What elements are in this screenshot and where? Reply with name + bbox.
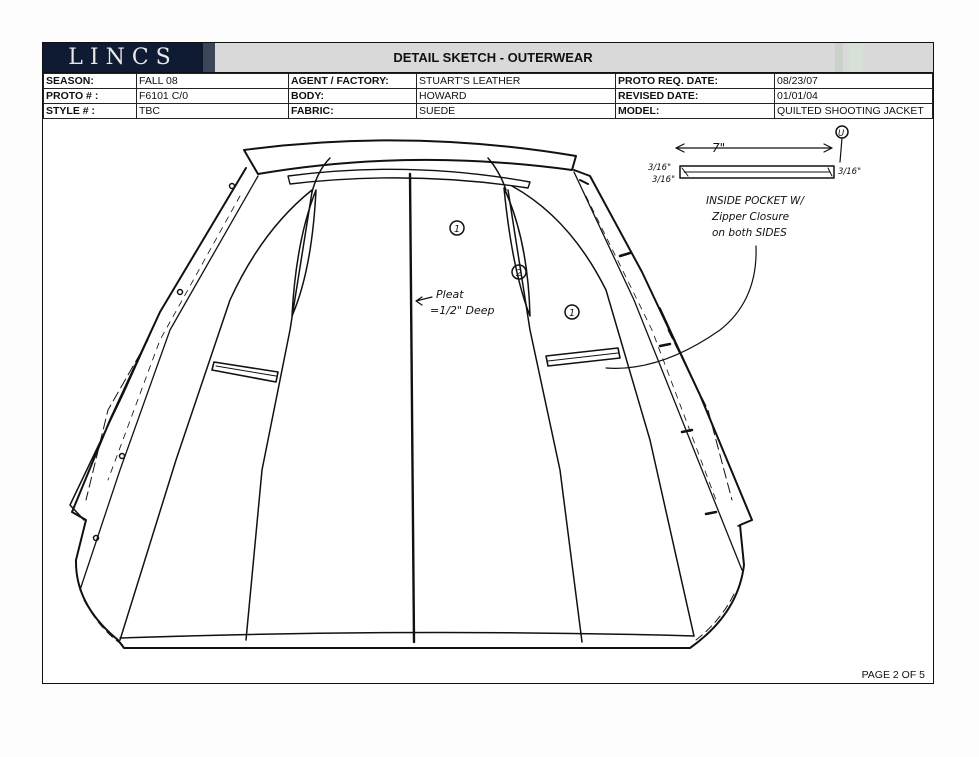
- right-lining-edge: [511, 185, 695, 637]
- marker-1a: 1: [454, 224, 460, 235]
- left-lining-edge: [119, 189, 313, 641]
- button: [176, 288, 184, 296]
- marker-2: 2: [516, 268, 522, 279]
- right-panel-seam: [507, 189, 583, 643]
- button: [92, 534, 100, 542]
- dim-3-16-c: 3/16": [838, 167, 861, 177]
- note-line-3: on both SIDES: [712, 227, 787, 239]
- marker-1b: 1: [569, 308, 575, 319]
- hem-line: [119, 631, 695, 639]
- dim-7-label: 7": [712, 141, 725, 155]
- buttonhole: [658, 342, 672, 348]
- button: [118, 452, 126, 460]
- dimension-arrow: [675, 143, 833, 153]
- left-inside-pocket: [211, 361, 279, 383]
- pleat-note-1: Pleat: [436, 288, 464, 301]
- note-line-2: Zipper Closure: [711, 211, 789, 223]
- left-panel-seam: [245, 191, 313, 641]
- button: [228, 182, 236, 190]
- note-line-1: INSIDE POCKET W/: [706, 195, 805, 207]
- buttonhole: [704, 510, 718, 516]
- dim-3-16-a: 3/16": [648, 163, 671, 173]
- buttonhole: [618, 251, 632, 258]
- jacket-interior-sketch: 1 1 2 U 7" 3/16" 3/16" 3/16" INSIDE POCK…: [69, 125, 861, 649]
- callout-leader: [605, 245, 757, 369]
- marker-u: U: [838, 129, 845, 139]
- left-facing-edge: [79, 175, 259, 591]
- pleat-note-2: =1/2" Deep: [430, 304, 494, 317]
- dim-3-16-b: 3/16": [652, 175, 675, 185]
- center-pleat: [408, 172, 416, 644]
